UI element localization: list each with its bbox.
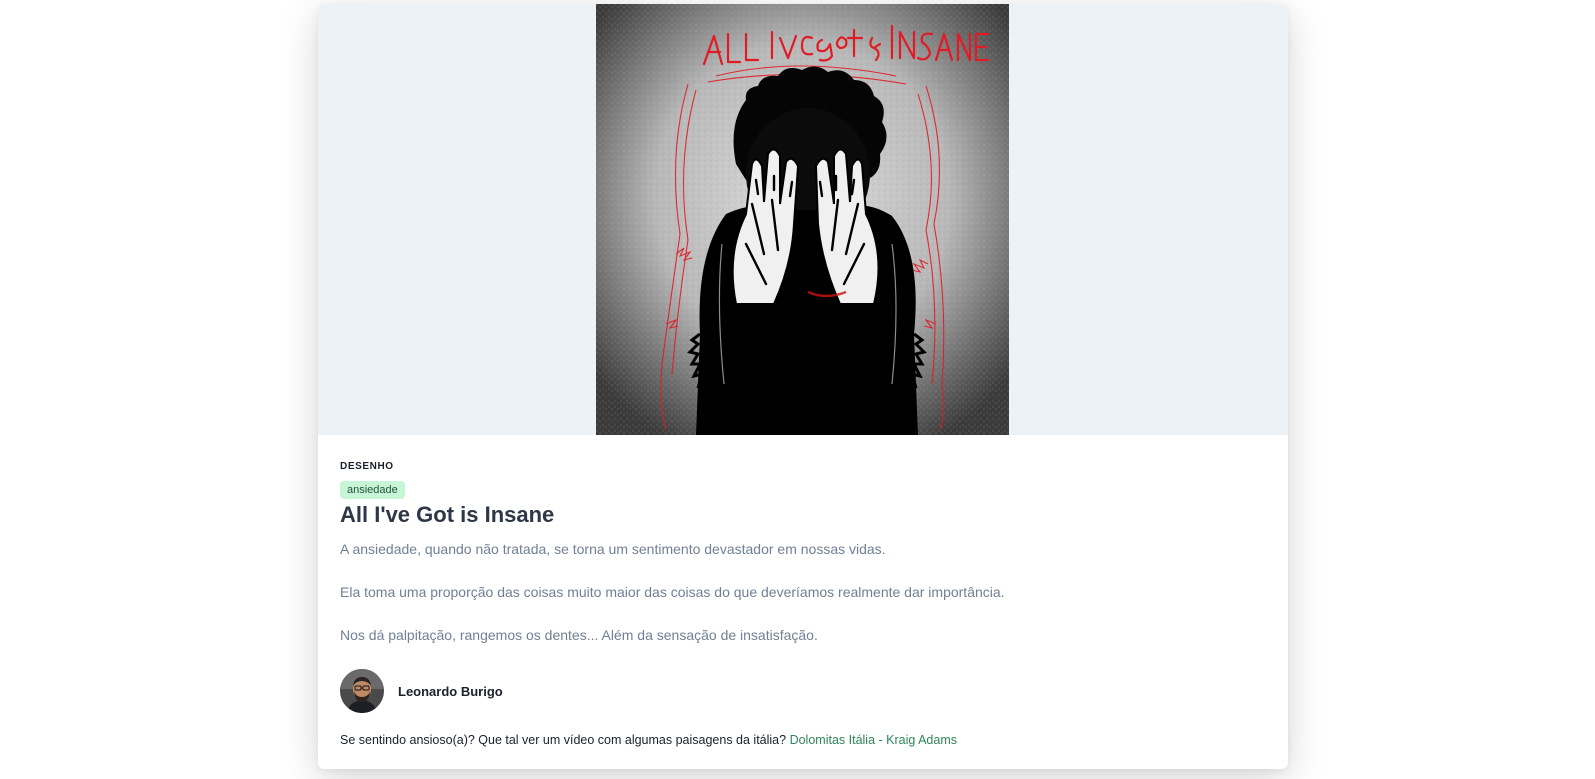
related-video-link[interactable]: Dolomitas Itália - Kraig Adams xyxy=(790,733,957,747)
post-paragraph-3: Nos dá palpitação, rangemos os dentes...… xyxy=(340,627,818,643)
post-image-container xyxy=(318,4,1288,435)
related-video-note: Se sentindo ansioso(a)? Que tal ver um v… xyxy=(340,733,957,747)
post-paragraph-1: A ansiedade, quando não tratada, se torn… xyxy=(340,541,886,557)
post-artwork-image[interactable] xyxy=(596,4,1009,435)
post-card: DESENHO ansiedade All I've Got is Insane… xyxy=(318,4,1288,769)
author-name[interactable]: Leonardo Burigo xyxy=(398,684,503,699)
author-avatar[interactable] xyxy=(340,669,384,713)
post-title: All I've Got is Insane xyxy=(340,502,555,527)
post-category: DESENHO xyxy=(340,461,394,472)
author-info: Leonardo Burigo xyxy=(340,669,503,713)
post-paragraph-2: Ela toma uma proporção das coisas muito … xyxy=(340,584,1005,600)
tag-badge[interactable]: ansiedade xyxy=(340,481,405,499)
related-video-text: Se sentindo ansioso(a)? Que tal ver um v… xyxy=(340,733,787,747)
